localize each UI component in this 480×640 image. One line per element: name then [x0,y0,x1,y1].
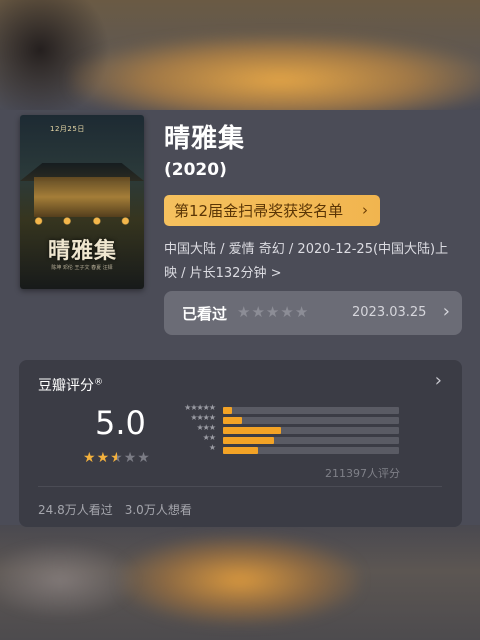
star-icon: ★ [96,450,111,466]
chevron-right-icon[interactable]: › [435,370,442,391]
movie-poster[interactable]: 12月25日 晴雅集 陈坤 邓伦 王子文 春夏 汪铎 [20,115,144,289]
movie-title: 晴雅集 [164,124,246,154]
distribution-stars-label: ★★★★★ [184,403,216,412]
distribution-stars-label: ★ [208,443,216,452]
distribution-row-2-star: ★★ [169,433,409,445]
rating-counts: 24.8万人看过 3.0万人想看 [38,501,204,518]
distribution-row-1-star: ★ [169,443,409,455]
seen-date: 2023.03.25 [352,305,427,320]
seen-label: 已看过 [182,305,228,323]
star-icon: ★ [137,450,151,466]
star-icon: ★ [123,450,138,466]
star-icon[interactable]: ★ [295,303,309,321]
distribution-track [223,427,399,434]
star-icon[interactable]: ★ [251,303,265,321]
chevron-right-icon: › [362,201,368,219]
star-icon: ★ [83,450,97,466]
star-icon[interactable]: ★ [280,303,294,321]
award-list-button[interactable]: 第12届金扫帚奖获奖名单 › [164,195,380,226]
movie-meta-line-2[interactable]: 映 / 片长132分钟 > [164,262,281,281]
douban-rating-card[interactable]: 豆瓣评分® › 5.0 ★★★★★ ★★★★★ ★★★★ ★★★ ★★ ★ 211397… [19,360,462,527]
star-half-icon: ★ [110,450,124,466]
seen-count[interactable]: 24.8万人看过 [38,503,113,517]
distribution-stars-label: ★★ [202,433,216,442]
award-list-label: 第12届金扫帚奖获奖名单 [174,202,344,220]
distribution-bar [223,407,232,414]
movie-meta-line-1[interactable]: 中国大陆 / 爱情 奇幻 / 2020-12-25(中国大陆)上 [164,238,448,257]
rating-card-title: 豆瓣评分® [38,377,103,394]
rating-score: 5.0 [95,404,146,442]
poster-credits: 陈坤 邓伦 王子文 春夏 汪铎 [51,265,113,271]
user-rating-stars[interactable]: ★★★★★ [237,303,309,321]
star-icon[interactable]: ★ [237,303,251,321]
distribution-bar [223,437,274,444]
poster-date-tag: 12月25日 [50,125,85,133]
star-icon[interactable]: ★ [266,303,280,321]
rating-total: 211397人评分 [325,467,400,480]
poster-title: 晴雅集 [48,238,118,264]
divider [38,486,442,487]
distribution-track [223,437,399,444]
movie-year: (2020) [164,160,227,180]
distribution-bar [223,427,281,434]
want-count[interactable]: 3.0万人想看 [125,503,192,517]
distribution-bar [223,417,242,424]
distribution-bar [223,447,258,454]
rating-stars: ★★★★★ [83,450,151,466]
distribution-track [223,417,399,424]
chevron-right-icon: › [442,301,450,322]
distribution-stars-label: ★★★ [196,423,215,432]
distribution-track [223,407,399,414]
distribution-stars-label: ★★★★ [190,413,216,422]
seen-status-box[interactable]: 已看过 ★★★★★ 2023.03.25 › [164,291,462,335]
distribution-track [223,447,399,454]
